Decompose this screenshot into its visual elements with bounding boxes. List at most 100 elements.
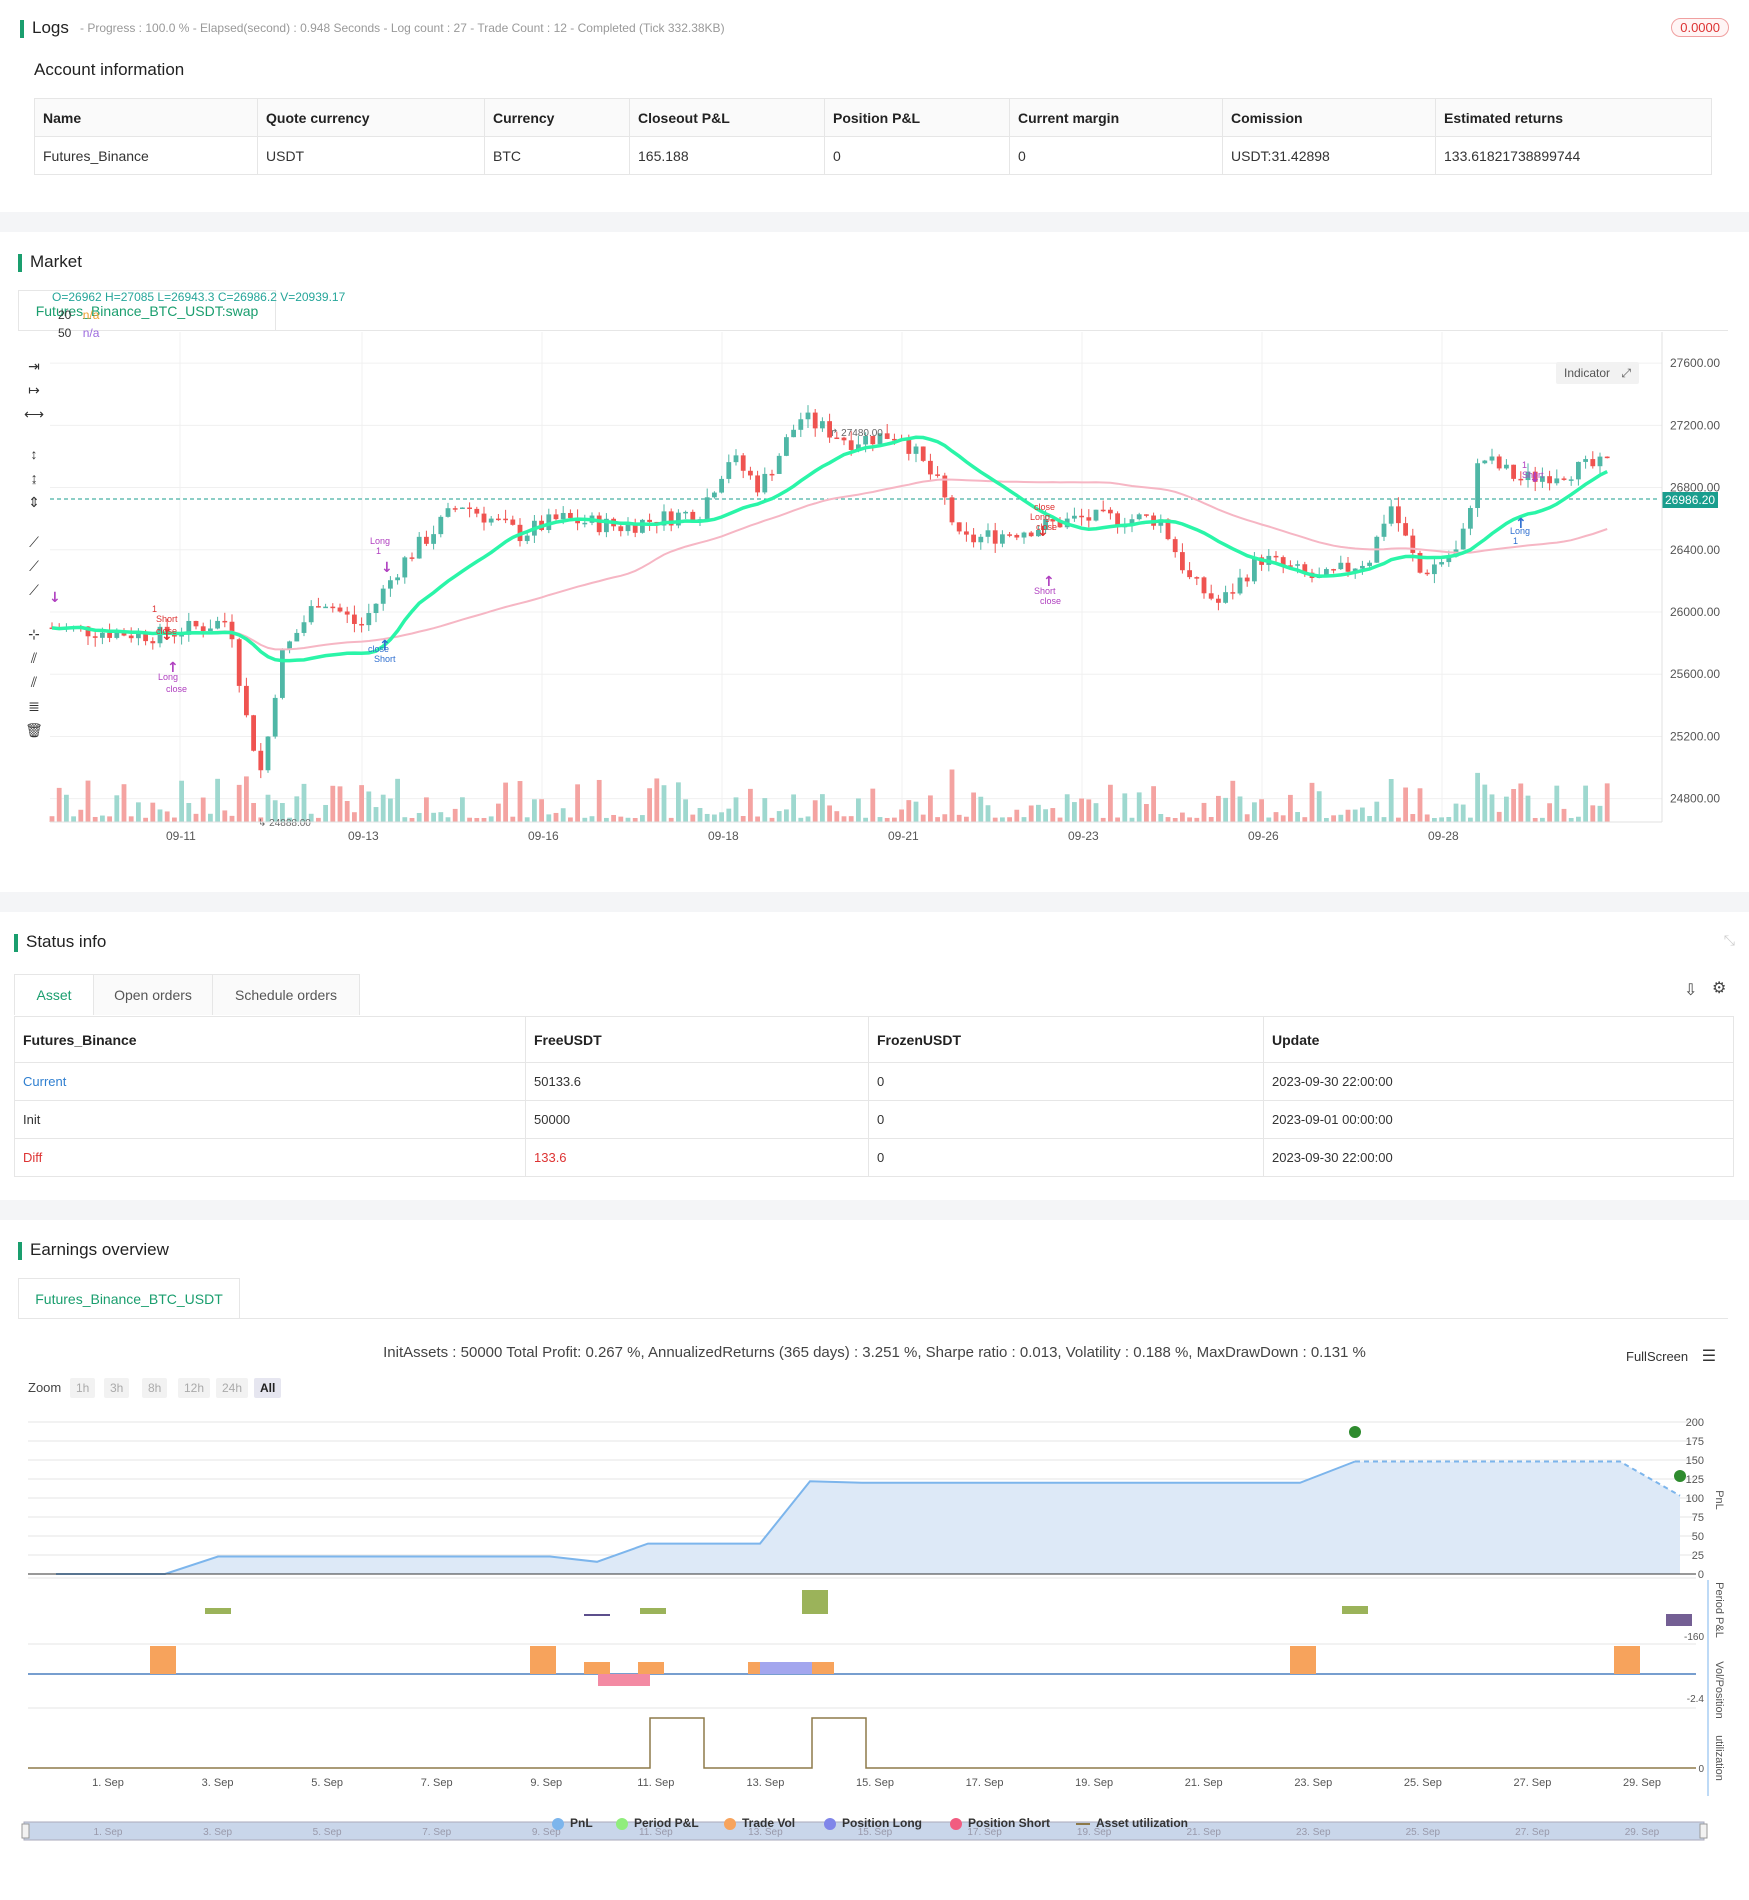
candle-body <box>265 736 271 771</box>
zoom-all[interactable]: All <box>254 1378 282 1398</box>
volume-bar <box>978 796 984 822</box>
period-bar <box>802 1590 828 1614</box>
volume-bar <box>1468 817 1473 822</box>
candle-body <box>244 685 249 716</box>
zoom-3h[interactable]: 3h <box>104 1378 130 1398</box>
volume-bar <box>913 801 919 822</box>
menu-icon[interactable]: ☰ <box>1702 1348 1716 1365</box>
volume-bar <box>1331 815 1336 822</box>
line-icon <box>1076 1822 1090 1825</box>
legend-period-pnl[interactable]: Period P&L <box>616 1816 699 1830</box>
zoom-8h[interactable]: 8h <box>142 1378 168 1398</box>
volume-bar <box>1324 817 1329 822</box>
gear-icon[interactable]: ⚙ <box>1712 978 1726 998</box>
status-title: Status info <box>13 932 107 952</box>
volume-bar <box>870 788 876 822</box>
indicator-button[interactable]: Indicator ⤢ <box>1556 362 1639 384</box>
zoom-label: Zoom <box>28 1380 62 1395</box>
volume-bar <box>49 816 55 822</box>
volume-bar <box>1115 817 1120 822</box>
logs-meta: - Progress : 100.0 % - Elapsed(second) :… <box>80 21 725 35</box>
time-tick: 09-16 <box>528 829 559 843</box>
candle-body <box>755 475 760 493</box>
volume-bar <box>769 817 775 822</box>
collapse-icon[interactable]: ⤡ <box>1724 932 1735 949</box>
dot-icon <box>824 1817 836 1830</box>
candle-body <box>1136 514 1142 520</box>
navigator-left-handle[interactable] <box>21 1823 30 1839</box>
tab-open-orders[interactable]: Open orders <box>93 974 213 1015</box>
pnl-tick: 25 <box>1692 1550 1704 1562</box>
candle-body <box>344 611 350 615</box>
logs-badge[interactable]: 0.0000 <box>1671 18 1729 37</box>
time-tick: 09-13 <box>348 829 379 843</box>
date-tick: 17. Sep <box>966 1777 1004 1789</box>
volume-bar <box>56 787 62 822</box>
candle-body <box>208 628 213 632</box>
zoom-1h[interactable]: 1h <box>70 1378 96 1398</box>
volume-bar <box>784 809 789 822</box>
candlestick-chart[interactable]: ShortcloseLongcloseShortcloseLong1Longcl… <box>0 332 1749 892</box>
download-icon[interactable]: ⇩ <box>1684 980 1697 1000</box>
expand-icon[interactable]: ⤢ <box>1621 366 1631 380</box>
navigator-tick: 25. Sep <box>1406 1827 1441 1838</box>
volume-bar <box>1417 788 1423 822</box>
candle-body <box>222 620 228 623</box>
signal-arrow-icon: ↓ <box>1529 470 1541 486</box>
volume-bar <box>1259 799 1264 822</box>
pnl-tick: 50 <box>1692 1531 1704 1543</box>
legend-position-long[interactable]: Position Long <box>824 1816 922 1830</box>
ma50-legend: 50 n/a <box>58 326 99 340</box>
volume-bar <box>539 799 544 822</box>
candle-body <box>733 455 739 463</box>
cell: 133.61821738899744 <box>1435 136 1712 175</box>
legend-pnl[interactable]: PnL <box>552 1816 593 1830</box>
last-price-label: 26986.20 <box>1665 493 1715 507</box>
volume-bar <box>1338 814 1344 822</box>
volume-bar <box>1388 779 1394 822</box>
volume-bar <box>964 816 969 822</box>
volume-bar <box>1367 815 1372 822</box>
dot-icon <box>552 1817 564 1830</box>
volume-bar <box>985 805 991 822</box>
status-panel: Status info ⤡ Asset Open orders Schedule… <box>0 912 1749 1200</box>
volume-bar <box>1194 817 1200 822</box>
signal-label: Long <box>370 536 390 546</box>
candle-body <box>294 632 300 642</box>
zoom-24h[interactable]: 24h <box>216 1378 249 1398</box>
volume-bar <box>683 799 688 822</box>
col-frozen: FrozenUSDT <box>868 1016 1264 1063</box>
candle-body <box>251 715 256 751</box>
volume-bar <box>884 817 890 822</box>
candle-body <box>1273 555 1279 558</box>
legend-trade-vol[interactable]: Trade Vol <box>724 1816 795 1830</box>
volume-bar <box>920 814 926 822</box>
earnings-title: Earnings overview <box>18 1240 169 1260</box>
cell: 133.6 <box>525 1138 869 1177</box>
zoom-12h[interactable]: 12h <box>178 1378 211 1398</box>
candle-body <box>920 446 926 461</box>
trade-vol-bar <box>530 1646 556 1674</box>
volume-bar <box>971 792 976 822</box>
tab-schedule-orders[interactable]: Schedule orders <box>212 974 360 1015</box>
navigator-right-handle[interactable] <box>1699 1823 1708 1839</box>
pnl-tick: 175 <box>1686 1436 1704 1448</box>
volume-bar <box>820 794 825 822</box>
vol-min-tick: -2.4 <box>1687 1694 1705 1705</box>
volume-bar <box>1057 817 1063 822</box>
volume-bar <box>546 814 552 822</box>
fullscreen-button[interactable]: FullScreen ☰ <box>1626 1346 1716 1366</box>
util-min-tick: 0 <box>1698 1764 1704 1775</box>
candle-body <box>1086 517 1092 521</box>
candle-body <box>596 515 602 533</box>
time-tick: 09-11 <box>166 829 196 843</box>
candle-body <box>524 535 530 542</box>
legend-asset-utilization[interactable]: Asset utilization <box>1076 1816 1188 1830</box>
ma20-value: n/a <box>82 308 100 322</box>
volume-bar <box>1453 803 1459 822</box>
tab-asset[interactable]: Asset <box>14 974 94 1015</box>
legend-position-short[interactable]: Position Short <box>950 1816 1050 1830</box>
price-tick: 27200.00 <box>1670 418 1720 432</box>
volume-bar <box>388 798 393 822</box>
tab-earnings-symbol[interactable]: Futures_Binance_BTC_USDT <box>18 1278 240 1319</box>
